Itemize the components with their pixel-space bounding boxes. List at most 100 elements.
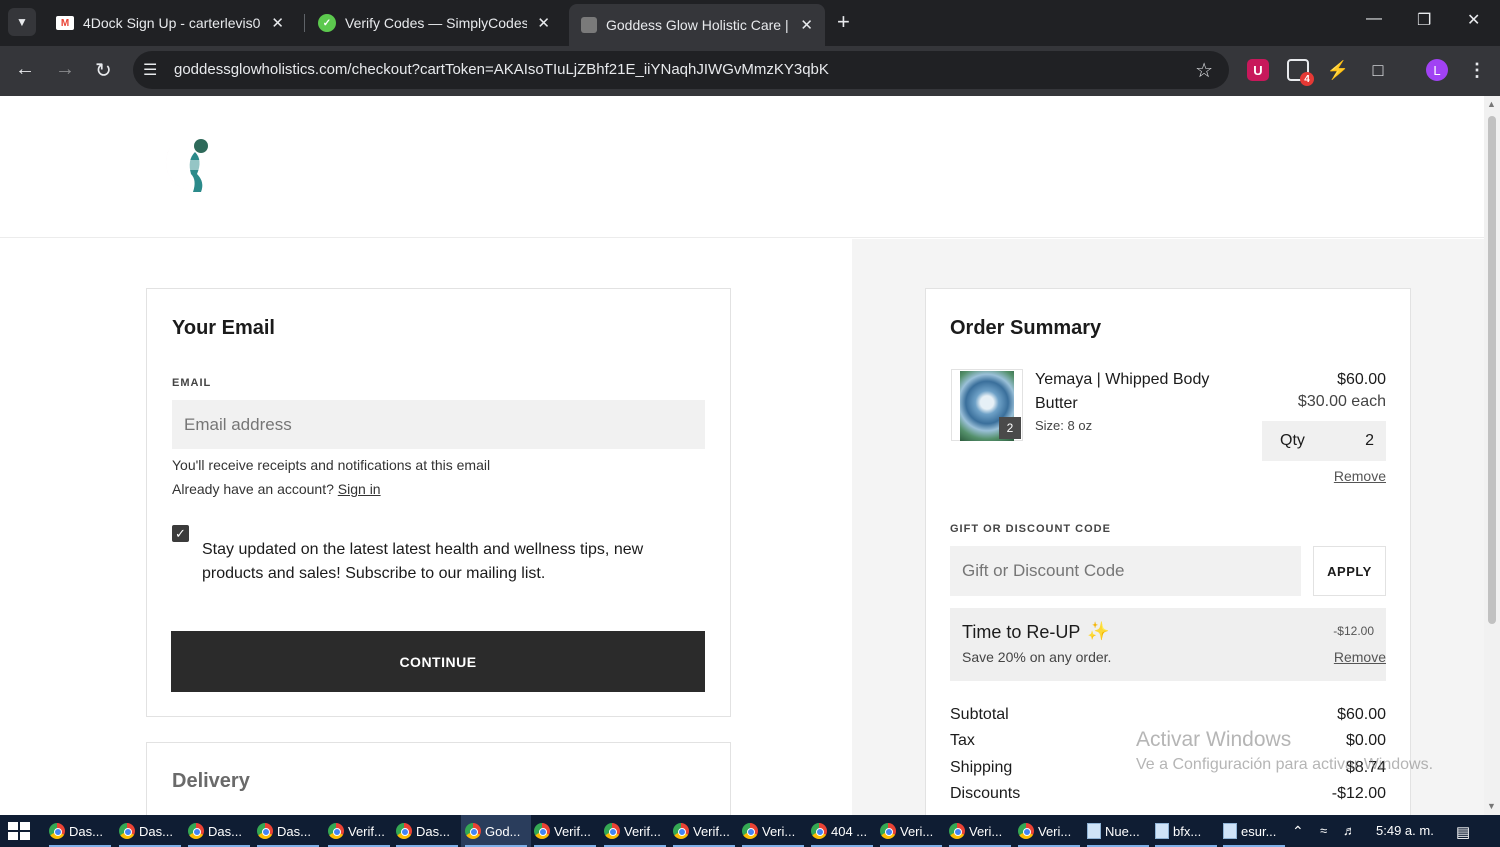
email-section-title: Your Email <box>172 317 275 339</box>
tray-chevron-icon[interactable]: ⌃ <box>1292 823 1304 840</box>
reload-icon[interactable]: ↻ <box>95 58 112 83</box>
tab-search-dropdown-icon[interactable]: ▼ <box>8 8 36 36</box>
browser-toolbar: ← → ↻ ☰ goddessglowholistics.com/checkou… <box>0 46 1500 96</box>
scroll-up-icon[interactable]: ▲ <box>1487 99 1496 109</box>
close-tab-icon[interactable]: ✕ <box>800 16 813 34</box>
taskbar-item[interactable]: God... <box>461 815 531 847</box>
chrome-icon <box>673 823 689 839</box>
tax-value: $0.00 <box>1345 732 1386 749</box>
simplycodes-icon: ✓ <box>318 14 336 32</box>
taskbar-item-label: God... <box>485 823 521 839</box>
taskbar-item[interactable]: Verif... <box>530 815 600 847</box>
email-field[interactable]: Email address <box>172 400 705 449</box>
remove-discount-link[interactable]: Remove <box>1334 649 1386 665</box>
close-tab-icon[interactable]: ✕ <box>537 14 550 32</box>
quantity-badge: 2 <box>999 417 1021 439</box>
chrome-icon <box>396 823 412 839</box>
puzzle-extensions-icon[interactable]: □ <box>1367 59 1389 81</box>
taskbar-item[interactable]: Veri... <box>738 815 808 847</box>
taskbar-item-label: Veri... <box>969 823 1003 839</box>
profile-avatar[interactable]: L <box>1426 59 1448 81</box>
discounts-value: -$12.00 <box>1331 785 1386 802</box>
taskbar-item[interactable]: bfx... <box>1151 815 1221 847</box>
windows-taskbar: Das... Das... Das... Das... Verif... Das... Go… <box>0 815 1500 847</box>
scrollbar-thumb[interactable] <box>1488 116 1496 624</box>
chrome-icon <box>880 823 896 839</box>
taskbar-item[interactable]: Verif... <box>669 815 739 847</box>
address-bar[interactable]: ☰ goddessglowholistics.com/checkout?cart… <box>133 51 1229 89</box>
tab-goddess-glow[interactable]: Goddess Glow Holistic Care | Se ✕ <box>569 4 825 46</box>
back-icon[interactable]: ← <box>15 58 35 81</box>
gmail-icon: M <box>56 16 74 30</box>
delivery-title[interactable]: Delivery <box>172 770 250 793</box>
apply-button[interactable]: APPLY <box>1313 546 1386 596</box>
subscribe-checkbox[interactable]: ✓ <box>172 525 189 542</box>
bolt-extension-icon[interactable]: ⚡ <box>1327 59 1349 81</box>
taskbar-item[interactable]: Verif... <box>324 815 394 847</box>
site-settings-icon[interactable]: ☰ <box>143 60 157 80</box>
taskbar-item-label: Das... <box>69 823 103 839</box>
chrome-icon <box>604 823 620 839</box>
bookmark-star-icon[interactable]: ☆ <box>1195 58 1213 83</box>
taskbar-item-label: Veri... <box>1038 823 1072 839</box>
scroll-down-icon[interactable]: ▼ <box>1487 801 1496 811</box>
discount-code-label: GIFT OR DISCOUNT CODE <box>950 523 1111 535</box>
taskbar-item[interactable]: 404 ... <box>807 815 877 847</box>
email-note: You'll receive receipts and notification… <box>172 457 491 473</box>
ublock-extension-icon[interactable]: U <box>1247 59 1269 81</box>
tab-simplycodes[interactable]: ✓ Verify Codes — SimplyCodes ✕ <box>306 6 562 40</box>
windows-start-icon[interactable] <box>8 822 30 840</box>
chrome-icon <box>1018 823 1034 839</box>
windows-activation-note: Ve a Configuración para activar Windows. <box>1136 756 1434 773</box>
product-size: Size: 8 oz <box>1035 418 1093 433</box>
forward-icon[interactable]: → <box>55 58 75 81</box>
wifi-icon[interactable]: ≈ <box>1320 823 1327 838</box>
taskbar-item[interactable]: Veri... <box>945 815 1015 847</box>
taskbar-item-label: Verif... <box>348 823 385 839</box>
minimize-icon[interactable]: — <box>1366 10 1382 28</box>
notepad-icon <box>1223 823 1237 839</box>
taskbar-item[interactable]: Das... <box>184 815 254 847</box>
shipping-label: Shipping <box>950 759 1013 776</box>
taskbar-item-label: Veri... <box>762 823 796 839</box>
restore-icon[interactable]: ❐ <box>1417 10 1431 30</box>
continue-button[interactable]: CONTINUE <box>171 631 705 692</box>
taskbar-item[interactable]: Das... <box>253 815 323 847</box>
taskbar-item[interactable]: Veri... <box>876 815 946 847</box>
discounts-label: Discounts <box>950 785 1021 802</box>
taskbar-item-label: 404 ... <box>831 823 868 839</box>
remove-item-link[interactable]: Remove <box>1334 468 1386 484</box>
tax-label: Tax <box>950 732 975 749</box>
goddess-glow-logo[interactable] <box>157 130 223 196</box>
discount-code-field[interactable]: Gift or Discount Code <box>950 546 1301 596</box>
taskbar-item-label: Das... <box>416 823 450 839</box>
taskbar-item[interactable]: Veri... <box>1014 815 1084 847</box>
taskbar-item[interactable]: Nue... <box>1083 815 1153 847</box>
close-window-icon[interactable]: ✕ <box>1467 10 1480 30</box>
sign-in-link[interactable]: Sign in <box>338 481 381 497</box>
qty-value[interactable]: 2 <box>1365 432 1374 450</box>
extension-icon[interactable]: 4 <box>1287 59 1314 86</box>
taskbar-item[interactable]: Das... <box>115 815 185 847</box>
quantity-stepper[interactable]: Qty 2 <box>1262 421 1386 461</box>
notifications-icon[interactable]: ▤ <box>1456 823 1470 841</box>
url-text[interactable]: goddessglowholistics.com/checkout?cartTo… <box>174 61 829 78</box>
account-prompt: Already have an account? Sign in <box>172 481 381 497</box>
tab-4dock[interactable]: M 4Dock Sign Up - carterlevis027( ✕ <box>44 6 296 40</box>
windows-activation-title: Activar Windows <box>1136 728 1292 751</box>
more-menu-icon[interactable]: ⋮ <box>1466 59 1488 81</box>
new-tab-button[interactable]: + <box>837 10 850 34</box>
product-thumbnail[interactable]: 2 <box>951 369 1023 441</box>
chrome-icon <box>811 823 827 839</box>
taskbar-item[interactable]: Verif... <box>600 815 670 847</box>
chrome-icon <box>119 823 135 839</box>
volume-icon[interactable]: ♬ <box>1343 823 1356 838</box>
taskbar-item[interactable]: esur... <box>1219 815 1289 847</box>
clock[interactable]: 5:49 a. m. <box>1376 823 1434 838</box>
page-scrollbar[interactable]: ▲ ▼ <box>1484 96 1500 815</box>
taskbar-item-label: Verif... <box>554 823 591 839</box>
close-tab-icon[interactable]: ✕ <box>271 14 284 32</box>
taskbar-item[interactable]: Das... <box>392 815 462 847</box>
order-summary-title: Order Summary <box>950 317 1102 339</box>
taskbar-item[interactable]: Das... <box>45 815 115 847</box>
